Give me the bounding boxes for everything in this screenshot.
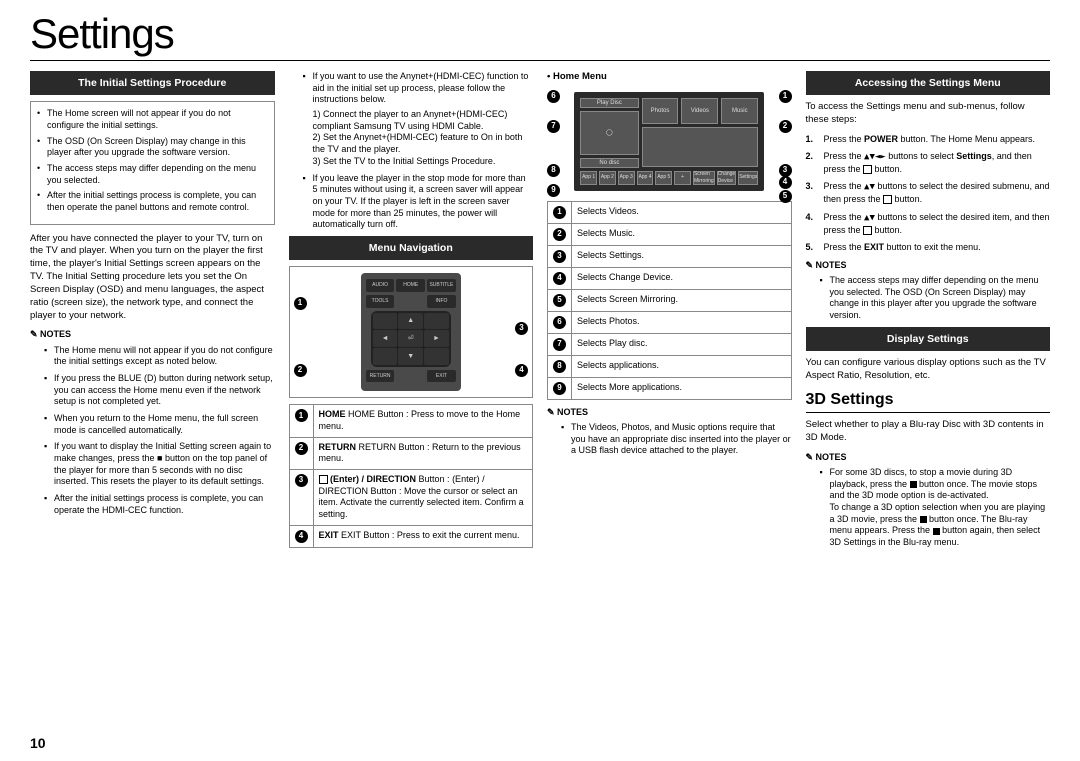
legend-cell: Selects Settings. (572, 245, 792, 267)
remote-figure: 1 2 3 4 AUDIO HOME SUBTITLE TOOLS INFO (289, 266, 534, 398)
3d-settings-header: 3D Settings (806, 389, 1051, 414)
step-item: Press the EXIT button to exit the menu. (806, 241, 1051, 253)
step-item: Press the POWER button. The Home Menu ap… (806, 133, 1051, 145)
initial-settings-callout-box: The Home screen will not appear if you d… (30, 101, 275, 225)
remote-subtitle-button: SUBTITLE (427, 279, 456, 292)
callout-2-icon: 2 (294, 364, 307, 377)
remote-tools-button: TOOLS (366, 295, 395, 308)
bullet-item: If you want to use the Anynet+(HDMI-CEC)… (303, 71, 534, 168)
callout-7-icon: 7 (547, 120, 560, 133)
remote-legend-table: 1HOME HOME Button : Press to move to the… (289, 404, 534, 548)
menu-navigation-header: Menu Navigation (289, 236, 534, 260)
callout-3-icon: 3 (779, 164, 792, 177)
legend-cell: EXIT EXIT Button : Press to exit the cur… (313, 525, 533, 547)
callout-4-icon: 4 (779, 176, 792, 189)
note-item: The Videos, Photos, and Music options re… (561, 422, 792, 457)
remote-home-button: HOME (396, 279, 425, 292)
step-item: Press the ▲▼◄► buttons to select Setting… (806, 150, 1051, 175)
note-item: For some 3D discs, to stop a movie durin… (820, 467, 1051, 549)
note-item: When you return to the Home menu, the fu… (44, 413, 275, 436)
notes-list: The Home menu will not appear if you do … (30, 345, 275, 517)
notes-label: NOTES (806, 451, 1051, 463)
callout-3-icon: 3 (515, 322, 528, 335)
anynet-bullets: If you want to use the Anynet+(HDMI-CEC)… (289, 71, 534, 231)
notes-list: The Videos, Photos, and Music options re… (547, 422, 792, 457)
intro-paragraph: After you have connected the player to y… (30, 233, 275, 323)
remote-return-button: RETURN (366, 370, 395, 383)
legend-cell: Selects Music. (572, 223, 792, 245)
legend-cell: Selects applications. (572, 355, 792, 377)
box-item: The OSD (On Screen Display) may change i… (37, 136, 266, 159)
accessing-intro: To access the Settings menu and sub-menu… (806, 101, 1051, 127)
box-item: After the initial settings process is co… (37, 190, 266, 213)
notes-label: NOTES (806, 259, 1051, 271)
home-menu-figure: 6 1 7 2 8 3 9 4 5 Play Disc ◯ No disc (547, 88, 792, 195)
step-item: Press the ▲▼ buttons to select the desir… (806, 180, 1051, 205)
remote-exit-button: EXIT (427, 370, 456, 383)
note-item: The access steps may differ depending on… (820, 275, 1051, 322)
remote-audio-button: AUDIO (366, 279, 395, 292)
3d-settings-paragraph: Select whether to play a Blu-ray Disc wi… (806, 419, 1051, 445)
notes-label: NOTES (547, 406, 792, 418)
legend-cell: Selects More applications. (572, 377, 792, 399)
notes-list: For some 3D discs, to stop a movie durin… (806, 467, 1051, 549)
bullet-item: If you leave the player in the stop mode… (303, 173, 534, 231)
callout-5-icon: 5 (779, 190, 792, 203)
legend-cell: Selects Photos. (572, 311, 792, 333)
steps-list: Press the POWER button. The Home Menu ap… (806, 133, 1051, 253)
column-1: The Initial Settings Procedure The Home … (30, 71, 275, 554)
initial-settings-header: The Initial Settings Procedure (30, 71, 275, 95)
note-item: The Home menu will not appear if you do … (44, 345, 275, 368)
column-4: Accessing the Settings Menu To access th… (806, 71, 1051, 554)
box-item: The Home screen will not appear if you d… (37, 108, 266, 131)
legend-cell: (Enter) / DIRECTION Button : (Enter) / D… (313, 470, 533, 526)
callout-1-icon: 1 (779, 90, 792, 103)
legend-cell: Selects Screen Mirroring. (572, 289, 792, 311)
legend-cell: Selects Play disc. (572, 333, 792, 355)
callout-8-icon: 8 (547, 164, 560, 177)
display-settings-paragraph: You can configure various display option… (806, 357, 1051, 383)
display-settings-header: Display Settings (806, 327, 1051, 351)
home-screen-icon: Play Disc ◯ No disc Photos Videos Music (574, 92, 764, 191)
callout-4-icon: 4 (515, 364, 528, 377)
note-item: If you want to display the Initial Setti… (44, 441, 275, 488)
remote-control-icon: AUDIO HOME SUBTITLE TOOLS INFO ▲ ◄⏎► ▼ (361, 273, 461, 391)
box-item: The access steps may differ depending on… (37, 163, 266, 186)
remote-info-button: INFO (427, 295, 456, 308)
column-2: If you want to use the Anynet+(HDMI-CEC)… (289, 71, 534, 554)
remote-dpad-icon: ▲ ◄⏎► ▼ (371, 311, 451, 367)
callout-6-icon: 6 (547, 90, 560, 103)
callout-9-icon: 9 (547, 184, 560, 197)
notes-label: NOTES (30, 328, 275, 340)
notes-list: The access steps may differ depending on… (806, 275, 1051, 322)
page-title: Settings (30, 10, 1050, 61)
page-number: 10 (30, 735, 46, 751)
accessing-settings-header: Accessing the Settings Menu (806, 71, 1051, 95)
legend-cell: HOME HOME Button : Press to move to the … (313, 405, 533, 437)
note-item: If you press the BLUE (D) button during … (44, 373, 275, 408)
callout-2-icon: 2 (779, 120, 792, 133)
home-menu-label: • Home Menu (547, 71, 792, 84)
step-item: Press the ▲▼ buttons to select the desir… (806, 211, 1051, 236)
disc-tile-icon: ◯ (580, 111, 638, 155)
callout-1-icon: 1 (294, 297, 307, 310)
note-item: After the initial settings process is co… (44, 493, 275, 516)
column-3: • Home Menu 6 1 7 2 8 3 9 4 5 Play Disc … (547, 71, 792, 554)
home-legend-table: 1Selects Videos. 2Selects Music. 3Select… (547, 201, 792, 400)
legend-cell: RETURN RETURN Button : Return to the pre… (313, 437, 533, 469)
legend-cell: Selects Videos. (572, 201, 792, 223)
legend-cell: Selects Change Device. (572, 267, 792, 289)
